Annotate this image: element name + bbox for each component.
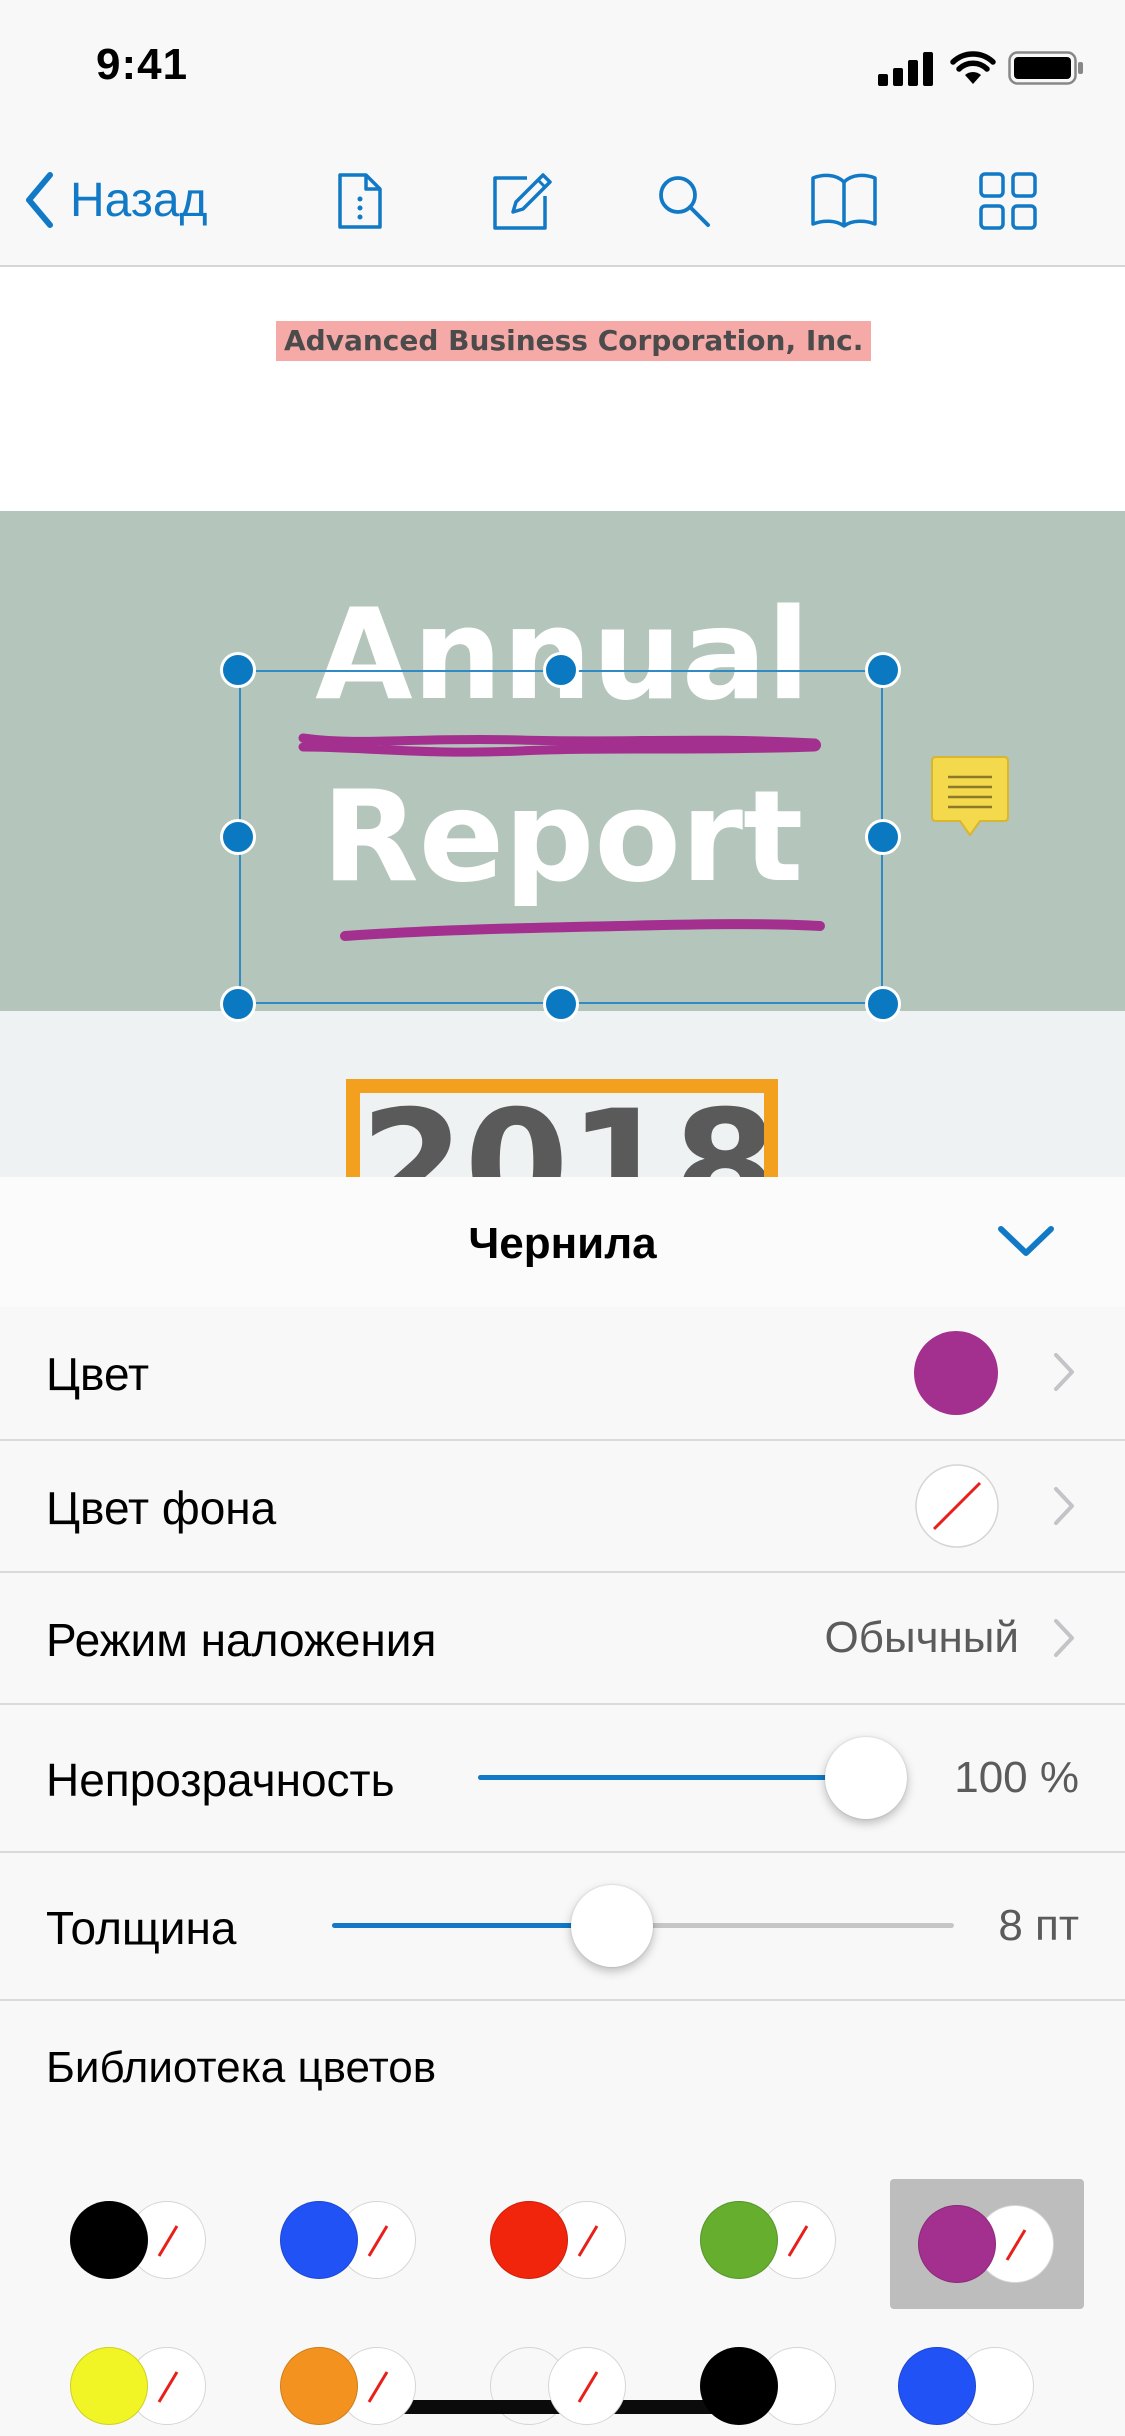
preset-stroke-swatch [280, 2347, 358, 2425]
chevron-right-icon [1054, 1619, 1074, 1657]
resize-handle-bottom-left[interactable] [220, 986, 256, 1022]
resize-handle-bottom-right[interactable] [865, 986, 901, 1022]
document-info-button[interactable] [322, 163, 398, 239]
color-preset[interactable] [890, 2341, 1050, 2431]
blend-mode-label: Режим наложения [46, 1614, 437, 1666]
document-icon [338, 173, 382, 229]
search-button[interactable] [646, 163, 722, 239]
color-preset[interactable] [890, 2179, 1084, 2309]
opacity-value: 100 % [954, 1753, 1079, 1802]
preset-stroke-swatch [700, 2201, 778, 2279]
thickness-label: Толщина [46, 1902, 237, 1954]
preset-stroke-swatch [918, 2205, 996, 2283]
preset-stroke-swatch [70, 2201, 148, 2279]
no-fill-swatch-icon[interactable] [914, 1463, 1000, 1549]
color-preset[interactable] [482, 2195, 642, 2285]
book-icon [811, 173, 877, 228]
wifi-icon [950, 51, 996, 84]
preset-stroke-swatch [490, 2201, 568, 2279]
resize-handle-bottom[interactable] [543, 986, 579, 1022]
ink-inspector-panel: Чернила Цвет Цвет фона Режим наложения О… [0, 1177, 1125, 2436]
top-toolbar: Назад [0, 135, 1125, 267]
current-color-swatch[interactable] [914, 1331, 998, 1415]
status-time: 9:41 [96, 40, 189, 89]
color-preset[interactable] [482, 2341, 642, 2431]
year-box: 2018 [346, 1079, 778, 1177]
blend-mode-value: Обычный [824, 1613, 1019, 1662]
panel-header: Чернила [0, 1177, 1125, 1309]
opacity-slider-fill [478, 1775, 866, 1780]
thickness-slider-fill [332, 1923, 612, 1928]
color-preset[interactable] [692, 2195, 852, 2285]
status-bar: 9:41 [0, 0, 1125, 135]
chevron-right-icon [1054, 1487, 1074, 1525]
color-preset[interactable] [692, 2341, 852, 2431]
opacity-label: Непрозрачность [46, 1754, 395, 1806]
color-row[interactable]: Цвет [0, 1307, 1125, 1441]
color-library-label: Библиотека цветов [46, 2043, 437, 2092]
preset-stroke-swatch [70, 2347, 148, 2425]
fill-color-row[interactable]: Цвет фона [0, 1441, 1125, 1573]
cellular-signal-icon [878, 52, 933, 86]
document-page: Advanced Business Corporation, Inc. Annu… [0, 267, 1125, 1177]
year-text: 2018 [360, 1079, 778, 1177]
thickness-value: 8 пт [998, 1901, 1079, 1950]
color-preset[interactable] [62, 2195, 222, 2285]
opacity-slider-thumb[interactable] [825, 1737, 907, 1819]
preset-fill-swatch [548, 2347, 626, 2425]
color-preset[interactable] [272, 2341, 432, 2431]
grid-icon [979, 172, 1037, 230]
search-icon [659, 176, 710, 227]
chevron-left-icon [26, 172, 53, 228]
color-preset[interactable] [62, 2341, 222, 2431]
resize-handle-left[interactable] [220, 819, 256, 855]
annotate-button[interactable] [484, 163, 560, 239]
pencil-edit-icon [493, 173, 552, 230]
thickness-slider-thumb[interactable] [570, 1885, 653, 1967]
thumbnails-button[interactable] [970, 163, 1046, 239]
fill-color-label: Цвет фона [46, 1482, 277, 1534]
resize-handle-right[interactable] [865, 819, 901, 855]
back-label: Назад [70, 173, 208, 227]
color-label: Цвет [46, 1348, 150, 1400]
color-preset[interactable] [272, 2195, 432, 2285]
blend-mode-row[interactable]: Режим наложения Обычный [0, 1573, 1125, 1705]
no-fill-slash-icon [577, 2371, 599, 2403]
outline-button[interactable] [806, 163, 882, 239]
battery-icon [1008, 51, 1083, 85]
resize-handle-top-right[interactable] [865, 652, 901, 688]
preset-stroke-swatch [898, 2347, 976, 2425]
preset-stroke-swatch [700, 2347, 778, 2425]
resize-handle-top[interactable] [543, 652, 579, 688]
opacity-row: Непрозрачность 100 % [0, 1705, 1125, 1853]
panel-title: Чернила [468, 1219, 657, 1268]
preset-stroke-swatch [280, 2201, 358, 2279]
chevron-right-icon [1054, 1353, 1074, 1391]
selection-rectangle [239, 670, 883, 1004]
resize-handle-top-left[interactable] [220, 652, 256, 688]
chevron-down-icon[interactable] [995, 1215, 1057, 1267]
thickness-row: Толщина 8 пт [0, 1853, 1125, 2001]
back-button[interactable]: Назад [24, 165, 208, 235]
note-comment-icon[interactable] [928, 755, 1012, 841]
